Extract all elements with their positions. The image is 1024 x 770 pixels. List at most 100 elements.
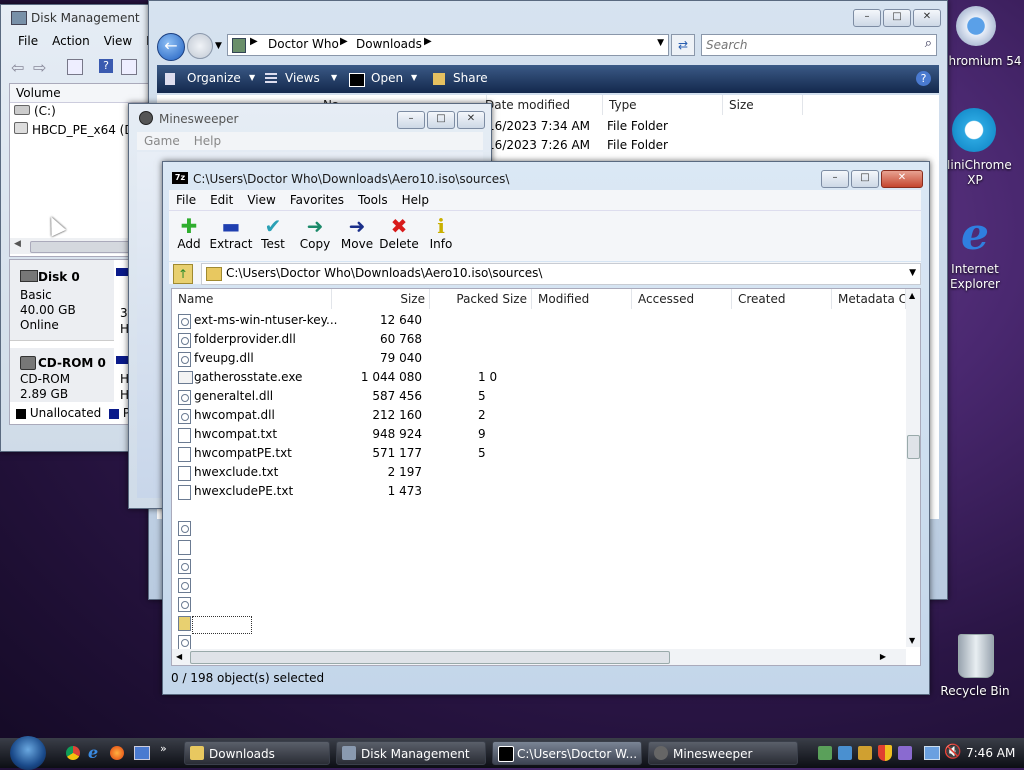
breadcrumb-downloads[interactable]: Downloads: [356, 37, 422, 51]
menu-help[interactable]: Help: [187, 132, 228, 150]
desktop-icon-chromium[interactable]: hromium 54: [946, 4, 1024, 72]
menu-edit[interactable]: Edit: [203, 190, 240, 210]
table-row[interactable]: hwcompat.txt 948 924 9: [172, 425, 902, 444]
table-row[interactable]: hwcompatPE.txt 571 177 5: [172, 444, 902, 463]
open-button[interactable]: Open: [371, 71, 403, 85]
close-button[interactable]: ✕: [881, 170, 923, 188]
list-item[interactable]: /16/2023 7:34 AM File Folder: [483, 119, 668, 133]
vertical-scrollbar[interactable]: ▲ ▼: [906, 289, 920, 647]
menu-view[interactable]: View: [240, 190, 282, 210]
list-item[interactable]: /16/2023 7:26 AM File Folder: [483, 138, 668, 152]
maximize-button[interactable]: □: [851, 170, 879, 188]
chrome-quicklaunch-icon[interactable]: [66, 746, 80, 760]
share-button[interactable]: Share: [453, 71, 488, 85]
up-folder-button[interactable]: ↑: [173, 264, 193, 284]
maximize-button[interactable]: □: [883, 9, 911, 27]
taskbar-button-minesweeper[interactable]: Minesweeper: [648, 741, 798, 765]
start-button[interactable]: [10, 736, 46, 770]
ie-quicklaunch-icon[interactable]: e: [88, 743, 98, 762]
installer-file-icon[interactable]: [178, 616, 191, 631]
menu-action[interactable]: Action: [45, 32, 97, 50]
forward-button[interactable]: [187, 33, 213, 59]
security-tray-icon[interactable]: [838, 746, 852, 760]
scroll-down-icon[interactable]: ▼: [909, 636, 915, 645]
properties-icon[interactable]: [67, 59, 83, 75]
volume-row[interactable]: (C:): [14, 104, 56, 118]
search-input[interactable]: [704, 36, 908, 54]
column-header-created[interactable]: Created: [732, 289, 832, 309]
text-file-icon[interactable]: [178, 540, 191, 555]
dll-file-icon[interactable]: [178, 597, 191, 612]
delete-button[interactable]: ✖ Delete: [377, 215, 421, 251]
scroll-left-icon[interactable]: ◀: [176, 652, 182, 661]
taskbar-button-downloads[interactable]: Downloads: [184, 741, 330, 765]
taskbar-button-sevenzip[interactable]: C:\Users\Doctor W...: [492, 741, 642, 765]
column-header-name[interactable]: Name: [172, 289, 332, 309]
focused-rename-box[interactable]: [192, 616, 252, 634]
help-icon[interactable]: ?: [916, 71, 931, 86]
address-dropdown-icon[interactable]: ▼: [657, 38, 664, 48]
scroll-left-icon[interactable]: ◀: [14, 239, 21, 249]
volume-column-header[interactable]: Volume: [10, 84, 154, 103]
address-bar[interactable]: ▶ Doctor Who ▶ Downloads ▶ ▼: [227, 34, 669, 56]
history-dropdown-icon[interactable]: ▼: [215, 41, 222, 51]
volume-row[interactable]: HBCD_PE_x64 (D:): [14, 122, 142, 137]
menu-game[interactable]: Game: [137, 132, 187, 150]
add-button[interactable]: ✚ Add: [167, 215, 211, 251]
monitor-tray-icon[interactable]: [924, 746, 940, 760]
close-button[interactable]: ✕: [457, 111, 485, 129]
scroll-up-icon[interactable]: ▲: [909, 291, 915, 300]
scroll-right-icon[interactable]: ▶: [880, 652, 886, 661]
update-tray-icon[interactable]: [858, 746, 872, 760]
menu-view[interactable]: View: [97, 32, 139, 50]
defender-tray-icon[interactable]: [898, 746, 912, 760]
disk-0-panel[interactable]: Disk 0 Basic 40.00 GB Online: [10, 260, 114, 341]
breadcrumb-doctor-who[interactable]: Doctor Who: [268, 37, 339, 51]
table-row[interactable]: ext-ms-win-ntuser-key... 12 640: [172, 311, 902, 330]
table-row[interactable]: hwcompat.dll 212 160 2: [172, 406, 902, 425]
column-header-accessed[interactable]: Accessed: [632, 289, 732, 309]
table-row[interactable]: gatherosstate.exe 1 044 080 1 0: [172, 368, 902, 387]
column-header-metadata-changed[interactable]: Metadata Ch: [832, 289, 906, 309]
network-tray-icon[interactable]: [818, 746, 832, 760]
table-row[interactable]: hwexcludePE.txt 1 473: [172, 482, 902, 501]
info-button[interactable]: i Info: [419, 215, 463, 251]
column-header-size[interactable]: Size: [332, 289, 430, 309]
shield-icon[interactable]: [878, 745, 892, 761]
copy-button[interactable]: ➜ Copy: [293, 215, 337, 251]
table-row[interactable]: hwexclude.txt 2 197: [172, 463, 902, 482]
volume-muted-icon[interactable]: 🔇: [944, 744, 961, 760]
minimize-button[interactable]: –: [821, 170, 849, 188]
column-header-size[interactable]: Size: [723, 95, 803, 115]
refresh-button[interactable]: ⇄: [671, 34, 695, 56]
column-header-date[interactable]: Date modified: [483, 95, 603, 115]
maximize-button[interactable]: □: [427, 111, 455, 129]
back-arrow-icon[interactable]: ⇦: [11, 58, 24, 77]
column-header-type[interactable]: Type: [603, 95, 723, 115]
firefox-quicklaunch-icon[interactable]: [110, 746, 124, 760]
menu-tools[interactable]: Tools: [351, 190, 395, 210]
minimize-button[interactable]: –: [397, 111, 425, 129]
dll-file-icon[interactable]: [178, 578, 191, 593]
test-button[interactable]: ✔ Test: [251, 215, 295, 251]
desktop-icon-recycle-bin[interactable]: Recycle Bin: [940, 632, 1024, 702]
column-header-packed-size[interactable]: Packed Size: [430, 289, 532, 309]
sevenzip-address-bar[interactable]: C:\Users\Doctor Who\Downloads\Aero10.iso…: [201, 263, 921, 285]
table-row[interactable]: fveupg.dll 79 040: [172, 349, 902, 368]
horizontal-scrollbar[interactable]: ◀ ▶: [172, 649, 906, 665]
minimize-button[interactable]: –: [853, 9, 881, 27]
search-box[interactable]: ⌕: [701, 34, 937, 56]
table-row[interactable]: generaltel.dll 587 456 5: [172, 387, 902, 406]
menu-help[interactable]: Help: [395, 190, 436, 210]
address-dropdown-icon[interactable]: ▼: [909, 268, 916, 278]
dll-file-icon[interactable]: [178, 635, 191, 650]
list-view-icon[interactable]: [121, 59, 137, 75]
move-button[interactable]: ➜ Move: [335, 215, 379, 251]
scrollbar-thumb[interactable]: [30, 241, 132, 253]
dll-file-icon[interactable]: [178, 559, 191, 574]
menu-file[interactable]: File: [11, 32, 45, 50]
close-button[interactable]: ✕: [913, 9, 941, 27]
desktop-icon-minichrome[interactable]: MiniChrome XP: [940, 106, 1024, 190]
organize-button[interactable]: Organize: [187, 71, 241, 85]
column-header-modified[interactable]: Modified: [532, 289, 632, 309]
